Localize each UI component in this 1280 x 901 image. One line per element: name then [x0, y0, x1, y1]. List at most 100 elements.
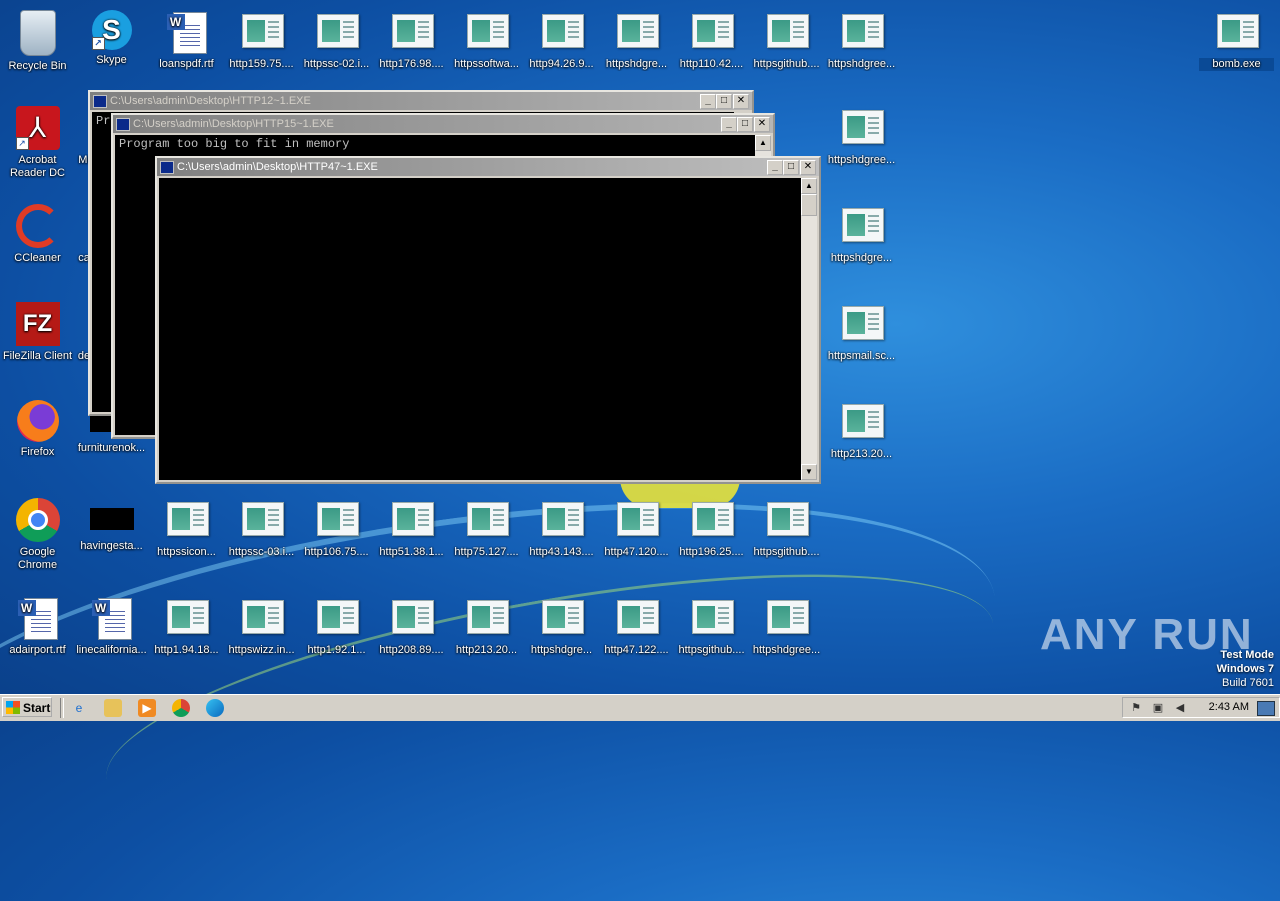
desktop-icon-bomb-exe[interactable]: bomb.exe	[1199, 4, 1274, 71]
desktop-icon-file[interactable]: http106.75....	[299, 492, 374, 559]
desktop-icon-file[interactable]: http213.20...	[824, 394, 899, 461]
icon-label: http1.92.1...	[307, 644, 366, 656]
desktop-icon-acrobat[interactable]: ⅄ ↗ Acrobat Reader DC	[0, 100, 75, 180]
os-name-line: Windows 7	[1216, 663, 1274, 675]
desktop-icon-adairport[interactable]: W adairport.rtf	[0, 590, 75, 657]
scroll-down-icon[interactable]: ▼	[801, 464, 817, 480]
desktop-icon-file[interactable]: httpsmail.sc...	[824, 296, 899, 363]
edge-icon[interactable]	[206, 699, 224, 717]
icon-label: http196.25....	[679, 546, 744, 558]
html-file-icon	[390, 596, 434, 640]
desktop-icon-filezilla[interactable]: FZ FileZilla Client	[0, 296, 75, 363]
desktop-icon-file[interactable]: http47.122....	[599, 590, 674, 657]
scroll-thumb[interactable]	[801, 194, 817, 216]
scroll-up-icon[interactable]: ▲	[755, 135, 771, 151]
word-doc-icon: W	[165, 10, 209, 54]
icon-label: CCleaner	[14, 252, 61, 264]
icon-label: httpshdgree...	[752, 644, 821, 656]
explorer-folder-icon[interactable]	[104, 699, 122, 717]
desktop-icon-file[interactable]: http208.89....	[374, 590, 449, 657]
desktop-icon-file[interactable]: http1.92.1...	[299, 590, 374, 657]
window-titlebar[interactable]: C:\Users\admin\Desktop\HTTP47~1.EXE	[157, 158, 819, 176]
icon-label: httpshdgree...	[827, 58, 896, 70]
close-button[interactable]: ✕	[800, 160, 816, 175]
html-file-icon	[315, 596, 359, 640]
desktop-icon-file[interactable]: http51.38.1...	[374, 492, 449, 559]
close-button[interactable]: ✕	[733, 94, 749, 109]
html-file-icon	[315, 498, 359, 542]
desktop-icon-file[interactable]: httpshdgre...	[824, 198, 899, 265]
html-file-icon	[840, 400, 884, 444]
media-player-icon[interactable]: ▶	[138, 699, 156, 717]
desktop-icon-ccleaner[interactable]: CCleaner	[0, 198, 75, 265]
scroll-up-icon[interactable]: ▲	[801, 178, 817, 194]
desktop-icon-file[interactable]: httpsgithub....	[749, 492, 824, 559]
maximize-button[interactable]: □	[783, 160, 799, 175]
desktop-icon-file[interactable]: http176.98....	[374, 4, 449, 71]
icon-label: httpshdgre...	[605, 58, 668, 70]
icon-label: httpsgithub....	[753, 546, 820, 558]
chrome-taskbar-icon[interactable]	[172, 699, 190, 717]
network-icon[interactable]: ▣	[1151, 701, 1165, 715]
html-file-icon	[615, 10, 659, 54]
maximize-button[interactable]: □	[716, 94, 732, 109]
icon-label: http75.127....	[454, 546, 519, 558]
console-window-http47[interactable]: C:\Users\admin\Desktop\HTTP47~1.EXE _ □ …	[155, 156, 821, 484]
desktop-icon-file[interactable]: httpsgithub....	[749, 4, 824, 71]
flag-icon[interactable]: ⚑	[1129, 701, 1143, 715]
desktop-icon-file[interactable]: httpshdgree...	[749, 590, 824, 657]
desktop-icon-file[interactable]: httpssc-02.i...	[299, 4, 374, 71]
show-desktop-icon[interactable]	[1257, 701, 1275, 716]
desktop-icon-file[interactable]: http1.94.18...	[149, 590, 224, 657]
desktop-icon-file[interactable]: http43.143....	[524, 492, 599, 559]
window-titlebar[interactable]: C:\Users\admin\Desktop\HTTP15~1.EXE	[113, 115, 773, 133]
internet-explorer-icon[interactable]: e	[70, 699, 88, 717]
start-button[interactable]: Start	[2, 697, 52, 717]
desktop-icon-file[interactable]: httpshdgree...	[824, 4, 899, 71]
desktop-icon-file[interactable]: httpshdgre...	[524, 590, 599, 657]
close-button[interactable]: ✕	[754, 117, 770, 132]
window-titlebar[interactable]: C:\Users\admin\Desktop\HTTP12~1.EXE	[90, 92, 752, 110]
html-file-icon	[240, 596, 284, 640]
icon-label: FileZilla Client	[2, 350, 73, 362]
desktop-icon-file[interactable]: httpssicon...	[149, 492, 224, 559]
desktop-icon-file[interactable]: http94.26.9...	[524, 4, 599, 71]
desktop-icon-havingesta[interactable]: havingesta...	[74, 492, 149, 553]
icon-label: http94.26.9...	[529, 58, 594, 70]
desktop-icon-file[interactable]: http75.127....	[449, 492, 524, 559]
desktop-icon-file[interactable]: http47.120....	[599, 492, 674, 559]
system-tray: ⚑ ▣ ◀ 2:43 AM	[1122, 697, 1280, 718]
minimize-button[interactable]: _	[767, 160, 783, 175]
desktop-icon-file[interactable]: http196.25....	[674, 492, 749, 559]
desktop-icon-file[interactable]: httpshdgree...	[824, 100, 899, 167]
desktop-icon-loanspdf[interactable]: W loanspdf.rtf	[149, 4, 224, 71]
desktop-icon-skype[interactable]: S ↗ Skype	[74, 4, 149, 67]
desktop-icon-recycle-bin[interactable]: Recycle Bin	[0, 4, 75, 73]
icon-label: http159.75....	[229, 58, 294, 70]
clock[interactable]: 2:43 AM	[1209, 701, 1249, 713]
desktop-icon-file[interactable]: httpsgithub....	[674, 590, 749, 657]
minimize-button[interactable]: _	[721, 117, 737, 132]
icon-label: http213.20...	[455, 644, 518, 656]
maximize-button[interactable]: □	[737, 117, 753, 132]
icon-label: Acrobat Reader DC	[9, 154, 66, 179]
html-file-icon	[840, 106, 884, 150]
volume-icon[interactable]: ◀	[1173, 701, 1187, 715]
desktop-icon-file[interactable]: http213.20...	[449, 590, 524, 657]
desktop-icon-file[interactable]: httpssoftwa...	[449, 4, 524, 71]
taskbar: Start e ▶ ⚑ ▣ ◀ 2:43 AM	[0, 694, 1280, 721]
shortcut-arrow-icon: ↗	[91, 37, 105, 50]
desktop-icon-file[interactable]: httpssc-03.i...	[224, 492, 299, 559]
desktop-icon-file[interactable]: http110.42....	[674, 4, 749, 71]
ccleaner-icon	[15, 204, 60, 248]
console-icon	[93, 95, 107, 108]
desktop-icon-file[interactable]: http159.75....	[224, 4, 299, 71]
icon-label: adairport.rtf	[9, 644, 66, 656]
vertical-scrollbar[interactable]: ▲ ▼	[801, 178, 817, 480]
desktop-icon-chrome[interactable]: Google Chrome	[0, 492, 75, 572]
desktop-icon-file[interactable]: httpshdgre...	[599, 4, 674, 71]
desktop-icon-firefox[interactable]: Firefox	[0, 394, 75, 459]
minimize-button[interactable]: _	[700, 94, 716, 109]
desktop-icon-file[interactable]: httpswizz.in...	[224, 590, 299, 657]
desktop-icon-linecalifornia[interactable]: W linecalifornia...	[74, 590, 149, 657]
